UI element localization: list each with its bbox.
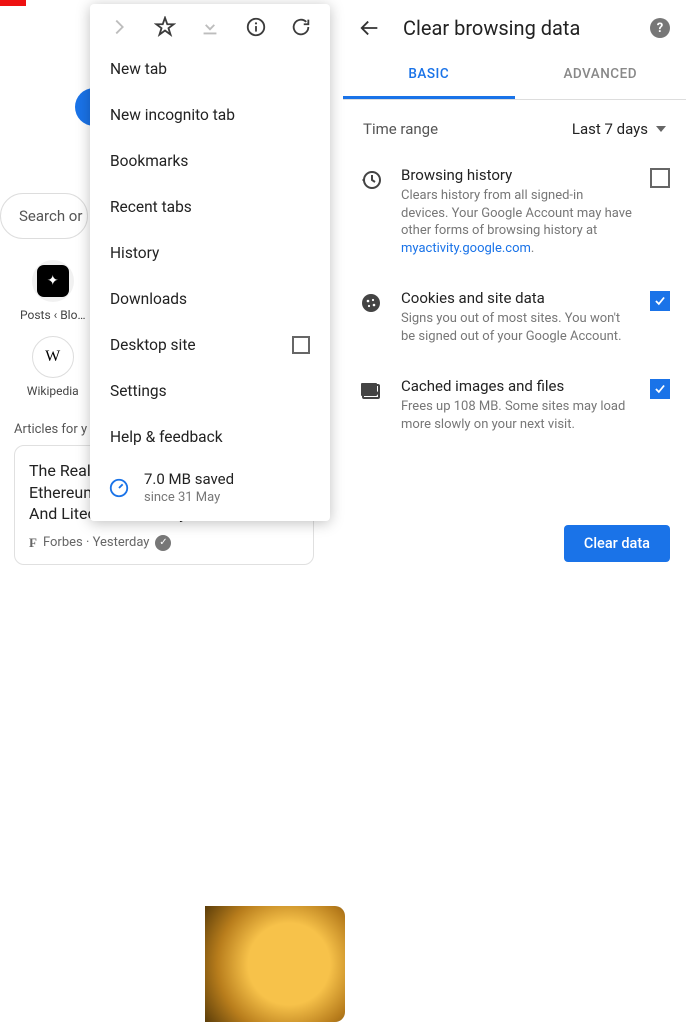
item-title: Browsing history: [401, 166, 632, 184]
menu-new-incognito[interactable]: New incognito tab: [90, 92, 330, 138]
overflow-menu: New tab New incognito tab Bookmarks Rece…: [90, 4, 330, 521]
item-title: Cached images and files: [401, 377, 632, 395]
shortcut-label: Posts ‹ Blo…: [20, 308, 85, 322]
tab-bar: BASIC ADVANCED: [343, 52, 686, 100]
menu-desktop-site[interactable]: Desktop site: [90, 322, 330, 368]
menu-settings[interactable]: Settings: [90, 368, 330, 414]
search-placeholder: Search or: [19, 207, 82, 225]
status-accent: [0, 0, 26, 6]
menu-new-tab[interactable]: New tab: [90, 46, 330, 92]
info-icon[interactable]: [245, 16, 267, 38]
download-icon[interactable]: [199, 16, 221, 38]
clear-data-button[interactable]: Clear data: [564, 525, 670, 562]
cookie-icon: [359, 291, 383, 315]
search-input[interactable]: Search or: [0, 193, 88, 239]
data-saver-icon: [108, 477, 130, 499]
myactivity-link[interactable]: myactivity.google.com: [401, 241, 531, 256]
item-cache[interactable]: Cached images and files Frees up 108 MB.…: [343, 363, 686, 451]
cache-checkbox[interactable]: [650, 379, 670, 399]
menu-downloads[interactable]: Downloads: [90, 276, 330, 322]
history-icon: [359, 168, 383, 192]
page-title: Clear browsing data: [403, 16, 628, 40]
posts-icon: ✦: [37, 265, 69, 297]
item-cookies[interactable]: Cookies and site data Signs you out of m…: [343, 275, 686, 363]
data-saved-row[interactable]: 7.0 MB saved since 31 May: [90, 460, 330, 511]
item-desc: Clears history from all signed-in device…: [401, 187, 632, 257]
shortcut-label: Wikipedia: [20, 384, 85, 398]
menu-help[interactable]: Help & feedback: [90, 414, 330, 460]
menu-recent-tabs[interactable]: Recent tabs: [90, 184, 330, 230]
shortcuts-grid: ✦ Posts ‹ Blo… W Wikipedia: [20, 260, 85, 412]
menu-history[interactable]: History: [90, 230, 330, 276]
articles-header: Articles for y: [14, 422, 87, 437]
wikipedia-icon: W: [45, 348, 60, 366]
item-desc: Frees up 108 MB. Some sites may load mor…: [401, 398, 632, 433]
item-desc: Signs you out of most sites. You won't b…: [401, 310, 632, 345]
saved-since: since 31 May: [144, 490, 234, 505]
history-checkbox[interactable]: [650, 168, 670, 188]
item-title: Cookies and site data: [401, 289, 632, 307]
time-range-value: Last 7 days: [572, 120, 648, 138]
back-icon[interactable]: [359, 17, 381, 39]
shortcut-posts[interactable]: ✦ Posts ‹ Blo…: [20, 260, 85, 322]
reload-icon[interactable]: [290, 16, 312, 38]
tab-advanced[interactable]: ADVANCED: [515, 52, 686, 99]
article-thumbnail: [205, 906, 345, 1022]
menu-bookmarks[interactable]: Bookmarks: [90, 138, 330, 184]
time-range-row[interactable]: Time range Last 7 days: [343, 100, 686, 152]
image-icon: [359, 379, 383, 403]
tab-basic[interactable]: BASIC: [343, 52, 515, 99]
help-icon[interactable]: ?: [650, 18, 670, 38]
desktop-site-checkbox[interactable]: [292, 336, 310, 354]
article-source: F Forbes · Yesterday ✓: [29, 535, 299, 551]
cookies-checkbox[interactable]: [650, 291, 670, 311]
item-browsing-history[interactable]: Browsing history Clears history from all…: [343, 152, 686, 275]
saved-amount: 7.0 MB saved: [144, 470, 234, 488]
forward-icon[interactable]: [108, 16, 130, 38]
shortcut-wikipedia[interactable]: W Wikipedia: [20, 336, 85, 398]
star-icon[interactable]: [154, 16, 176, 38]
chevron-down-icon: [656, 126, 666, 132]
time-range-label: Time range: [363, 120, 438, 138]
